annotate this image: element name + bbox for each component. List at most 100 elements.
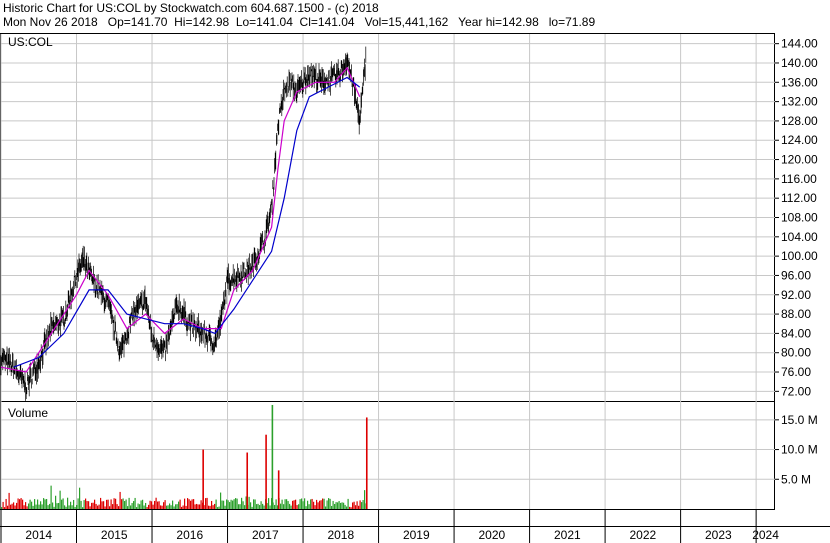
volume-bar (53, 506, 55, 509)
volume-bar (28, 503, 30, 509)
volume-bar (235, 498, 237, 509)
volume-bar (331, 505, 333, 509)
volume-bar (259, 505, 261, 509)
volume-bar (346, 506, 348, 509)
year-label: 2021 (554, 528, 581, 542)
volume-bar (301, 498, 303, 509)
volume-spike-bar (271, 404, 274, 509)
volume-bar (292, 500, 294, 509)
volume-bar (148, 504, 150, 509)
volume-bar (68, 505, 70, 509)
volume-bar (185, 505, 187, 509)
volume-bar (25, 502, 27, 509)
volume-bar (232, 500, 234, 509)
volume-bar (341, 502, 343, 509)
volume-bar (137, 503, 139, 509)
volume-bar (262, 503, 264, 509)
volume-bar (62, 498, 64, 509)
volume-bar (220, 492, 222, 509)
volume-bar (124, 501, 126, 509)
volume-bar (77, 498, 79, 509)
volume-bar (86, 501, 88, 509)
volume-spike-bar (246, 452, 249, 509)
year-label: 2023 (705, 528, 732, 542)
volume-bar (268, 498, 270, 509)
price-tick-label: 108.00 (781, 211, 818, 225)
volume-bar (212, 505, 214, 509)
volume-bar (287, 501, 289, 509)
volume-bar (16, 502, 18, 509)
volume-bar (286, 499, 288, 509)
volume-bar (163, 502, 165, 509)
volume-bar (41, 504, 43, 509)
volume-bar (217, 507, 219, 509)
volume-bar (13, 502, 15, 509)
volume-bar (320, 500, 322, 509)
volume-bar (58, 502, 60, 509)
volume-bar (319, 500, 321, 509)
year-label: 2019 (403, 528, 430, 542)
volume-bar (145, 502, 147, 509)
volume-bar (17, 498, 19, 509)
price-tick-label: 116.00 (781, 172, 817, 186)
volume-bar (115, 498, 117, 509)
year-label: 2017 (252, 528, 279, 542)
volume-bar (64, 505, 66, 509)
volume-bar (80, 500, 82, 509)
volume-bar (5, 498, 7, 509)
volume-bar (7, 505, 9, 509)
volume-bar (89, 506, 91, 509)
volume-bar (257, 503, 259, 509)
volume-bar (230, 499, 232, 509)
volume-bar (94, 499, 96, 509)
volume-bar (307, 500, 309, 509)
volume-bar (280, 503, 282, 509)
volume-bar (127, 506, 129, 509)
volume-spike-bar (277, 470, 280, 509)
volume-bar (323, 498, 325, 509)
volume-bar (178, 501, 180, 509)
volume-bar (104, 506, 106, 509)
volume-bar (128, 497, 130, 509)
volume-bar (164, 500, 166, 509)
volume-bar (172, 500, 174, 509)
volume-bar (176, 504, 178, 509)
volume-bar (283, 504, 285, 509)
volume-bar (254, 499, 256, 509)
price-tick-label: 124.00 (781, 133, 818, 147)
volume-bar (362, 500, 364, 509)
volume-bar (355, 505, 357, 509)
volume-bar (92, 502, 94, 509)
volume-bar (253, 499, 255, 509)
volume-bar (295, 499, 297, 509)
volume-bar (233, 499, 235, 509)
price-tick-label: 144.00 (781, 37, 818, 51)
volume-bar (340, 502, 342, 509)
volume-bar (305, 506, 307, 509)
volume-bar (76, 504, 78, 509)
volume-bar (37, 499, 39, 509)
volume-bar (4, 507, 6, 509)
volume-bar (157, 501, 159, 509)
volume-bar (116, 504, 118, 509)
volume-bar (311, 498, 313, 509)
volume-bar (251, 506, 253, 509)
volume-bar (275, 499, 277, 509)
volume-bar (143, 505, 145, 509)
volume-bar (2, 501, 4, 509)
volume-bar (55, 495, 57, 509)
volume-bar (359, 500, 361, 509)
volume-bar (151, 501, 153, 509)
volume-bar (167, 505, 169, 509)
volume-bar (244, 505, 246, 509)
volume-bar (74, 506, 76, 509)
volume-bar (182, 505, 184, 509)
volume-bar (322, 498, 324, 509)
volume-bar (118, 506, 120, 509)
volume-bar (95, 503, 97, 509)
year-label: 2022 (630, 528, 657, 542)
volume-bar (239, 504, 241, 509)
price-tick-label: 132.00 (781, 95, 818, 109)
price-tick-label: 136.00 (781, 75, 818, 89)
volume-bar (361, 502, 363, 509)
